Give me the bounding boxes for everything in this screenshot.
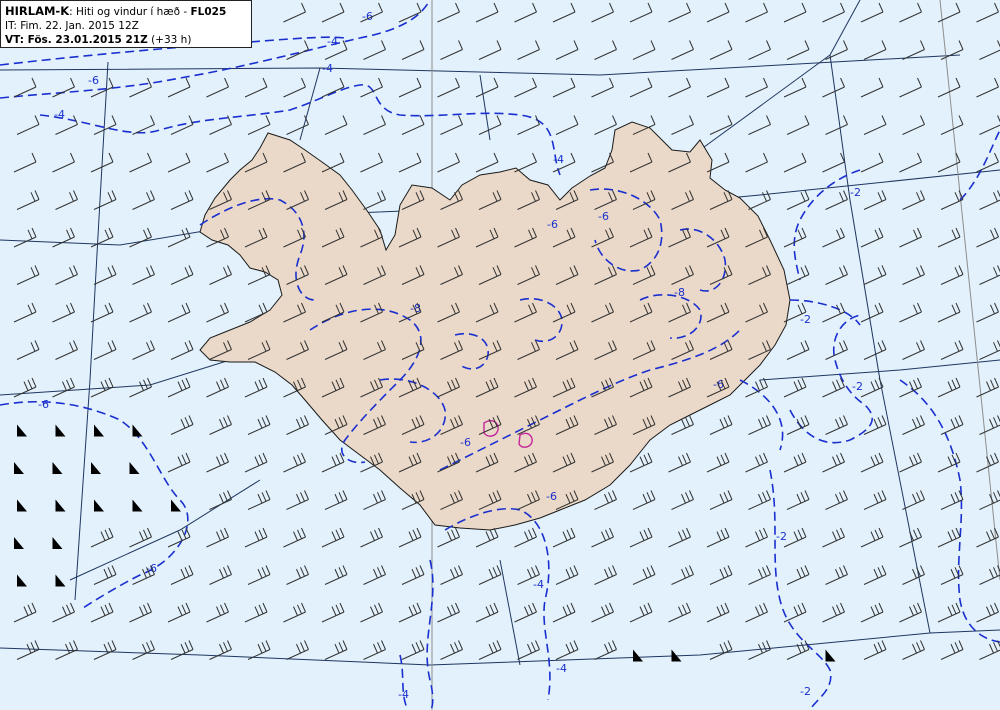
valid-time-value: Fös. 23.01.2015 21Z (27, 34, 148, 46)
model-name: HIRLAM-K (5, 4, 70, 18)
contour-label: -4 (54, 108, 65, 121)
title-line: HIRLAM-K: Hiti og vindur í hæð - FL025 (5, 4, 247, 19)
contour-label: -2 (800, 685, 811, 698)
contour-label: -6 (546, 490, 557, 503)
contour-label: -4 (553, 153, 564, 166)
contour-label: -2 (800, 313, 811, 326)
weather-map: -6 -4 -6 -4 -4 -6 -6 -8 -6 -6 -8 -4 -6 -… (0, 0, 1000, 710)
contour-label: -8 (674, 286, 685, 299)
contour-label: -4 (327, 35, 338, 48)
contour-label: -4 (398, 688, 409, 701)
contour-label: -6 (598, 210, 609, 223)
contour-label: -2 (776, 530, 787, 543)
contour-label: -2 (850, 186, 861, 199)
title-description: : Hiti og vindur í hæð - (69, 6, 191, 18)
contour-label: -4 (556, 662, 567, 675)
valid-time: VT: Fös. 23.01.2015 21Z (+33 h) (5, 33, 247, 47)
forecast-lead: (+33 h) (147, 34, 192, 46)
contour-label: -4 (322, 62, 333, 75)
initial-time: IT: Fim. 22. Jan. 2015 12Z (5, 20, 139, 32)
contour-label: -6 (547, 218, 558, 231)
contour-label: -2 (852, 380, 863, 393)
contour-label: -4 (533, 578, 544, 591)
title-box: HIRLAM-K: Hiti og vindur í hæð - FL025 I… (0, 0, 252, 48)
contour-label: -6 (460, 436, 471, 449)
valid-time-prefix: VT: (5, 34, 28, 46)
contour-label: -6 (88, 74, 99, 87)
flight-level: FL025 (190, 6, 227, 18)
contour-label: -6 (38, 398, 49, 411)
